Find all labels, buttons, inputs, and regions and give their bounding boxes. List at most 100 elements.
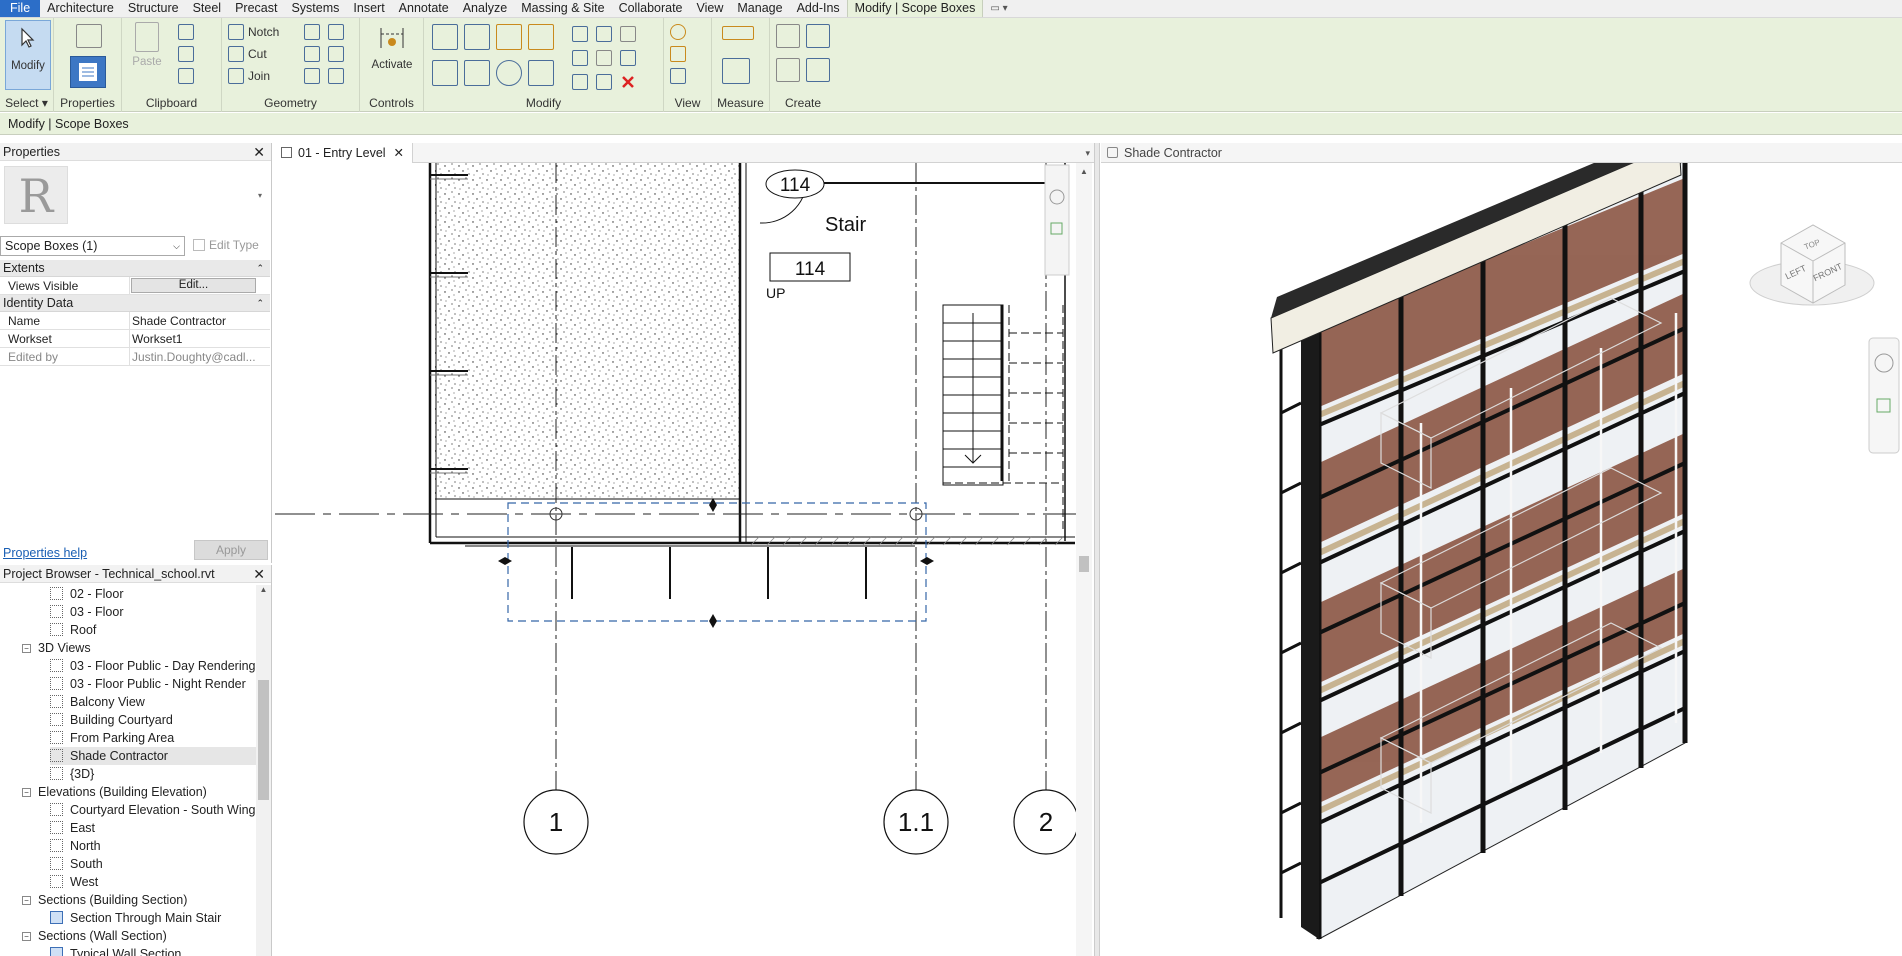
scope-drag-handle-left[interactable] (498, 557, 512, 565)
scope-drag-handle-bottom[interactable] (709, 614, 717, 628)
join-icon[interactable] (228, 68, 244, 84)
browser-view-item[interactable]: 03 - Floor Public - Night Render (50, 675, 256, 693)
scope-box-outline[interactable] (507, 502, 927, 622)
edit-type-button[interactable]: Edit Type (193, 238, 259, 252)
browser-group[interactable]: − Sections (Building Section) (22, 891, 256, 909)
create-assembly-icon[interactable] (776, 24, 800, 48)
browser-view-item[interactable]: 02 - Floor (50, 585, 256, 603)
lightbulb-icon[interactable] (670, 24, 686, 40)
cut-button[interactable]: Cut (248, 47, 267, 61)
tab-view[interactable]: View (690, 0, 731, 17)
trim-multiple-icon[interactable] (596, 74, 612, 90)
browser-view-item[interactable]: Balcony View (50, 693, 256, 711)
type-selector-dropdown[interactable]: Scope Boxes (1) ⌵ (0, 236, 185, 256)
scroll-up-icon[interactable]: ▲ (256, 585, 271, 594)
quick-access-dropdown-icon[interactable]: ▭ ▾ (983, 0, 1014, 17)
floor-plan-canvas[interactable]: 114 Stair 114 UP 1 1.1 2 (275, 163, 1083, 956)
measure-tape-icon[interactable] (722, 26, 754, 40)
tab-modify-scope-boxes[interactable]: Modify | Scope Boxes (846, 0, 984, 17)
cut-scissors-icon[interactable] (178, 24, 194, 40)
properties-help-link[interactable]: Properties help (3, 546, 87, 560)
type-chevron-icon[interactable]: ▾ (258, 191, 262, 200)
browser-view-item[interactable]: Section Through Main Stair (50, 909, 256, 927)
cope-icon[interactable] (228, 24, 244, 40)
tab-shade-contractor[interactable]: Shade Contractor (1101, 143, 1230, 163)
tab-steel[interactable]: Steel (186, 0, 229, 17)
pick-tool-icon[interactable] (328, 68, 344, 84)
collapse-toggle-icon[interactable]: − (22, 788, 31, 797)
tab-architecture[interactable]: Architecture (40, 0, 121, 17)
scope-drag-handle-top[interactable] (709, 498, 717, 512)
browser-view-item[interactable]: 03 - Floor Public - Day Rendering (50, 657, 256, 675)
browser-view-item[interactable]: South (50, 855, 256, 873)
copy-element-icon[interactable] (464, 60, 490, 86)
override-graphics-icon[interactable] (670, 46, 686, 62)
create-parts-icon[interactable] (806, 24, 830, 48)
apply-button[interactable]: Apply (194, 540, 268, 560)
demolish-icon[interactable] (304, 68, 320, 84)
browser-view-item[interactable]: Typical Wall Section (50, 945, 256, 956)
tab-precast[interactable]: Precast (228, 0, 284, 17)
tab-menu-icon[interactable]: ▾ (1085, 143, 1090, 163)
collapse-toggle-icon[interactable]: − (22, 932, 31, 941)
pin-icon[interactable] (620, 50, 636, 66)
join-button[interactable]: Join (248, 69, 270, 83)
cut-geometry-icon[interactable] (228, 46, 244, 62)
browser-view-item[interactable]: North (50, 837, 256, 855)
browser-view-item[interactable]: 03 - Floor (50, 603, 256, 621)
rotate-icon[interactable] (496, 60, 522, 86)
split-face-icon[interactable] (304, 24, 320, 40)
unpin-icon[interactable] (620, 26, 636, 42)
move-icon[interactable] (432, 60, 458, 86)
scope-drag-handle-right[interactable] (920, 557, 934, 565)
browser-view-item[interactable]: From Parking Area (50, 729, 256, 747)
browser-view-item[interactable]: Building Courtyard (50, 711, 256, 729)
scroll-up-icon[interactable]: ▲ (1076, 167, 1092, 176)
threed-view-canvas[interactable]: LEFT FRONT TOP (1101, 163, 1902, 956)
plan-scroll-thumb[interactable] (1079, 556, 1089, 572)
browser-view-item[interactable]: West (50, 873, 256, 891)
browser-group[interactable]: − Elevations (Building Elevation) (22, 783, 256, 801)
align-icon[interactable] (432, 24, 458, 50)
browser-view-item[interactable]: Courtyard Elevation - South Wing (50, 801, 256, 819)
tab-collaborate[interactable]: Collaborate (612, 0, 690, 17)
array-icon[interactable] (572, 50, 588, 66)
name-value[interactable]: Shade Contractor (132, 314, 258, 328)
unjoin-icon[interactable] (328, 46, 344, 62)
modify-button[interactable]: Modify (5, 20, 51, 90)
tab-insert[interactable]: Insert (346, 0, 391, 17)
create-group-icon[interactable] (776, 58, 800, 82)
tab-annotate[interactable]: Annotate (392, 0, 456, 17)
mirror-pick-axis-icon[interactable] (496, 24, 522, 50)
workset-row[interactable]: Workset Workset1 (0, 330, 270, 348)
name-row[interactable]: Name Shade Contractor (0, 312, 270, 330)
browser-scrollbar[interactable]: ▲ (256, 585, 271, 956)
hide-in-view-icon[interactable] (670, 68, 686, 84)
select-group-label[interactable]: Select ▾ (0, 96, 53, 110)
split-with-gap-icon[interactable] (596, 26, 612, 42)
views-visible-edit-button[interactable]: Edit... (131, 278, 256, 293)
browser-view-item[interactable]: Roof (50, 621, 256, 639)
browser-view-item[interactable]: East (50, 819, 256, 837)
close-icon[interactable]: ✕ (253, 565, 265, 583)
extents-section[interactable]: Extents ⌃ (0, 260, 270, 277)
mirror-draw-axis-icon[interactable] (528, 24, 554, 50)
scale-icon[interactable] (596, 50, 612, 66)
paste-button[interactable]: Paste (130, 22, 164, 82)
create-similar-icon[interactable] (806, 58, 830, 82)
notch-button[interactable]: Notch (248, 25, 279, 39)
trim-single-icon[interactable] (572, 74, 588, 90)
tab-structure[interactable]: Structure (121, 0, 186, 17)
tab-analyze[interactable]: Analyze (456, 0, 514, 17)
tab-massing-site[interactable]: Massing & Site (514, 0, 611, 17)
type-properties-icon[interactable] (76, 24, 102, 48)
trim-extend-icon[interactable] (528, 60, 554, 86)
tab-add-ins[interactable]: Add-Ins (790, 0, 847, 17)
view-splitter[interactable] (1094, 143, 1100, 956)
collapse-toggle-icon[interactable]: − (22, 896, 31, 905)
close-tab-icon[interactable]: ✕ (394, 146, 404, 160)
offset-icon[interactable] (464, 24, 490, 50)
identity-data-section[interactable]: Identity Data ⌃ (0, 295, 270, 312)
browser-view-item[interactable]: {3D} (50, 765, 256, 783)
tab-manage[interactable]: Manage (730, 0, 789, 17)
